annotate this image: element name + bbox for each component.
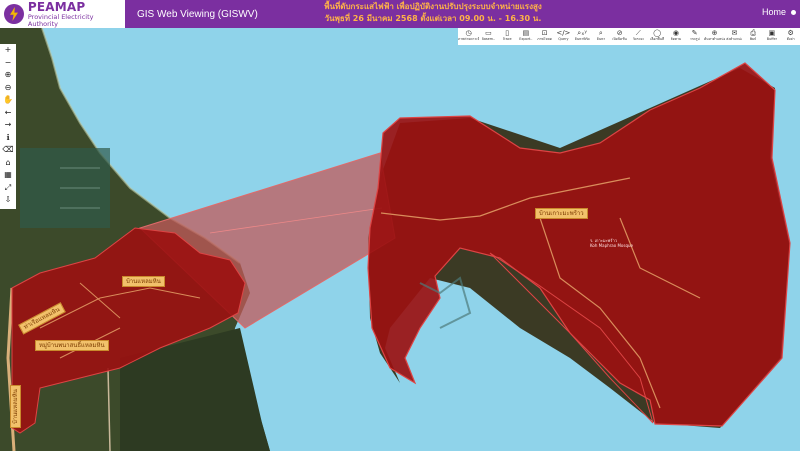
measure-icon: ⟋ [635,29,641,37]
zoom-out-icon[interactable]: − [0,57,16,70]
logo-title: PEAMAP [27,0,86,14]
locate-icon: ⊕ [711,29,718,37]
menu-dot-icon[interactable] [791,10,796,15]
toolbar-button-label: ค้นหา [596,37,606,41]
toolbar-button-label: ส่งตำแหน่ง [726,37,743,41]
draw-icon: ✎ [691,29,698,37]
village-label-center: บ้านแหลมหิน [122,276,165,287]
toolbar-button-label: ภาพถ่ายดาวเทียม [458,37,479,41]
toolbar-button-label: เปิดปิดชั้น [612,37,627,41]
outage-announcement: พื้นที่ดับกระแสไฟฟ้า เพื่อปฏิบัติงานปรับ… [268,1,598,25]
toolbar-button-layer[interactable]: ⊡ ภาพโหลด [535,28,554,45]
logo-subtitle: Provincial Electricity Authority [27,13,94,28]
zoom-box-out-icon[interactable]: ⊖ [0,82,16,95]
layer-icon: ⊡ [541,29,548,37]
toggle-layer-icon: ⊘ [616,29,623,37]
select-area-icon: ◯ [653,29,662,37]
download-icon[interactable]: ⇩ [0,194,16,207]
map-toolbar: ◷ภาพถ่ายดาวเทียม▭Basem..▯Trace▤Export..⊡… [458,28,800,45]
lightning-bolt-icon [4,4,24,24]
pea-logo[interactable]: PEAMAP Provincial Electricity Authority [0,0,125,28]
previous-extent-icon[interactable]: ← [0,107,16,120]
announcement-line-1: พื้นที่ดับกระแสไฟฟ้า เพื่อปฏิบัติงานปรับ… [324,2,542,11]
toolbar-button-settings[interactable]: ⚙ ตั้งค่า [781,28,800,45]
toolbar-button-label: วัดระยะ [632,37,645,41]
zoom-in-icon[interactable]: + [0,44,16,57]
toolbar-button-label: เลือกพื้นที่ [650,37,665,41]
query-icon: </> [556,29,571,37]
toolbar-button-trace[interactable]: ▯ Trace [498,28,517,45]
toolbar-button-basemap[interactable]: ▭ Basem.. [479,28,498,45]
track-icon: ◉ [672,29,679,37]
toolbar-button-label: วาดรูป [689,37,700,41]
toolbar-button-label: Query [558,37,569,41]
toolbar-button-buffer[interactable]: ▣ Buffer [763,28,782,45]
toolbar-button-share[interactable]: ✉ ส่งตำแหน่ง [725,28,744,45]
fullscreen-icon[interactable]: ⤢ [0,182,16,195]
toolbar-button-toggle-layer[interactable]: ⊘ เปิดปิดชั้น [610,28,629,45]
village-label-vertical: บ้านแหลมหิน [10,385,21,428]
toolbar-button-label: ภาพโหลด [537,37,552,41]
toolbar-button-track[interactable]: ◉ ติดตาม [667,28,686,45]
toolbar-button-export[interactable]: ▤ Export.. [517,28,536,45]
zoom-box-in-icon[interactable]: ⊕ [0,69,16,82]
settings-icon: ⚙ [787,29,794,37]
toolbar-button-select-area[interactable]: ◯ เลือกพื้นที่ [648,28,667,45]
pan-icon[interactable]: ✋ [0,94,16,107]
search-icon: ⌕ [598,29,603,37]
toolbar-button-locate[interactable]: ⊕ ค้นหาตำแหน่ง [704,28,725,45]
identify-icon[interactable]: ℹ [0,132,16,145]
village-label-east: บ้านเกาะมะพร้าว [535,208,588,219]
poi-label-english: Koh Maphrao Mosque [590,243,633,248]
toolbar-button-label: พิมพ์ [749,37,757,41]
toolbar-button-label: Buffer [766,37,778,41]
toolbar-button-query[interactable]: </> Query [554,28,573,45]
home-link[interactable]: Home [762,7,786,17]
app-header: PEAMAP Provincial Electricity Authority … [0,0,800,28]
next-extent-icon[interactable]: → [0,119,16,132]
toolbar-button-label: Basem.. [481,37,496,41]
export-icon: ▤ [522,29,530,37]
toolbar-button-history[interactable]: ◷ภาพถ่ายดาวเทียม [458,28,479,45]
announcement-line-2: วันพุธที่ 26 มีนาคม 2568 ตั้งแต่เวลา 09.… [324,14,542,23]
toolbar-button-label: Trace [502,37,512,41]
toolbar-button-draw[interactable]: ✎ วาดรูป [685,28,704,45]
toolbar-button-label: ค้นหาพิกัด [574,37,590,41]
erase-icon[interactable]: ⌫ [0,144,16,157]
app-title: GIS Web Viewing (GISWV) [137,8,258,20]
toolbar-button-label: Export.. [519,37,533,41]
basemap-icon: ▭ [485,29,492,37]
map-icon[interactable]: ▦ [0,169,16,182]
village-label-south: หมู่บ้านพนาสนธิ์แหลมหิน [35,340,109,351]
trace-icon: ▯ [505,29,510,37]
map-navigation-toolbar: + − ⊕ ⊖ ✋ ← → ℹ ⌫ ⌂ ▦ ⤢ ⇩ [0,44,16,209]
toolbar-button-label: ตั้งค่า [786,37,795,41]
buffer-icon: ▣ [768,29,776,37]
toolbar-button-label: ติดตาม [670,37,682,41]
toolbar-button-measure[interactable]: ⟋ วัดระยะ [629,28,648,45]
share-icon: ✉ [731,29,738,37]
toolbar-button-label: ค้นหาตำแหน่ง [704,37,725,41]
map-canvas[interactable] [0,28,800,451]
toolbar-button-search[interactable]: ⌕ ค้นหา [592,28,611,45]
toolbar-button-print[interactable]: ⎙ พิมพ์ [744,28,763,45]
history-icon: ◷ [465,29,472,37]
print-icon: ⎙ [750,29,756,37]
toolbar-button-search-xy[interactable]: ⌕ₓʸ ค้นหาพิกัด [573,28,592,45]
search-xy-icon: ⌕ₓʸ [577,29,587,37]
home-extent-icon[interactable]: ⌂ [0,157,16,170]
